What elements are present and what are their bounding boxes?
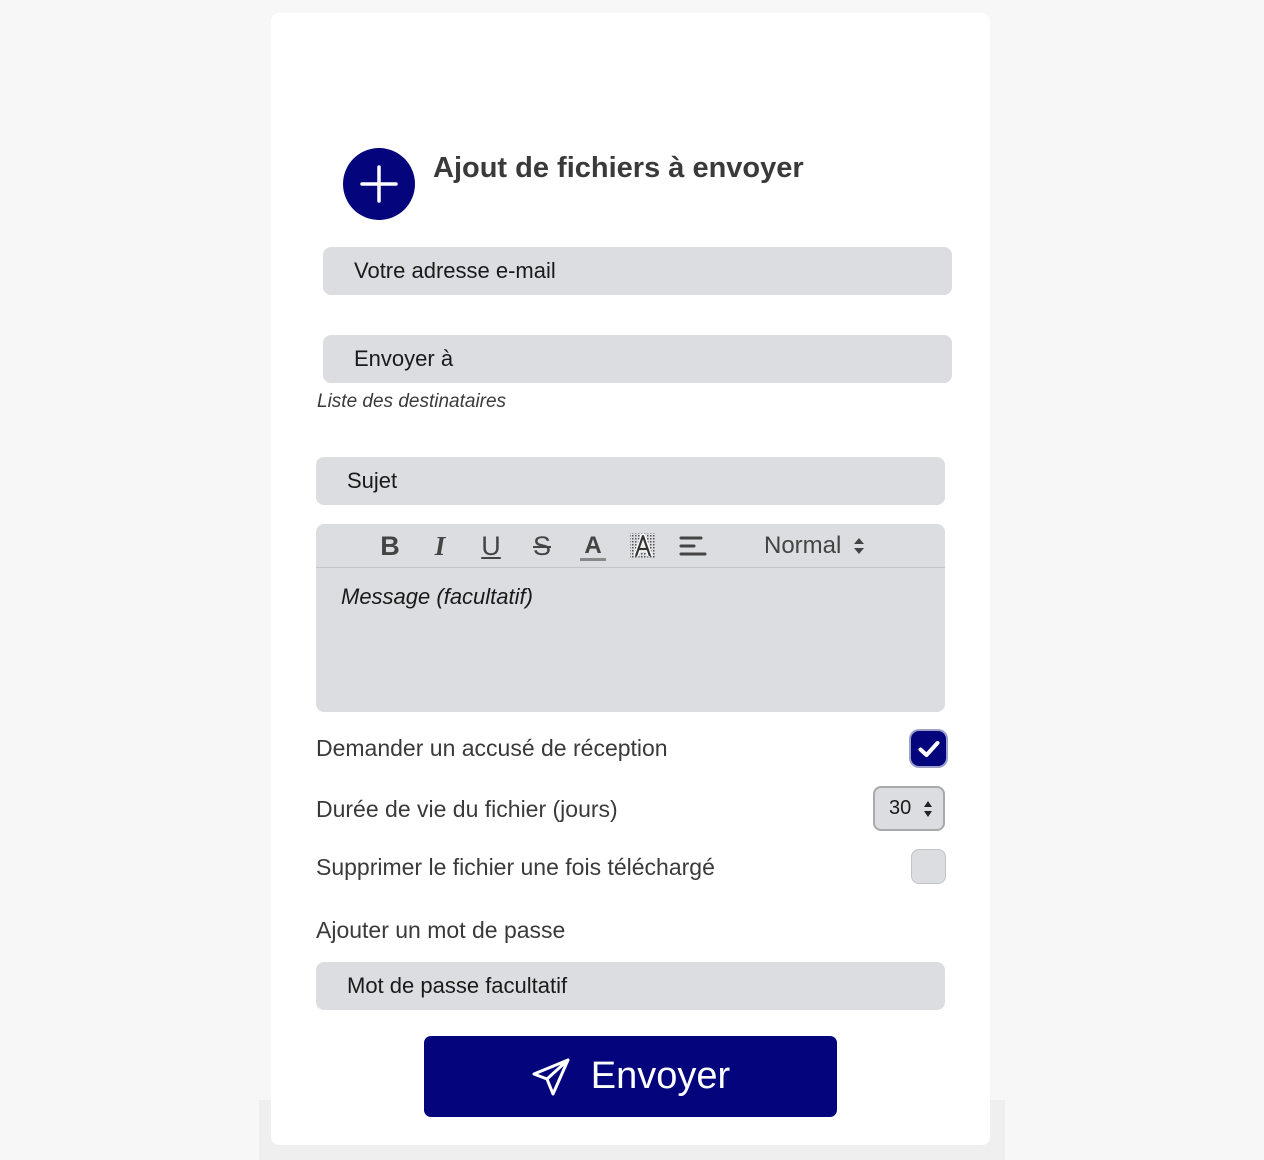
align-left-icon (679, 536, 707, 556)
strikethrough-button[interactable]: S (525, 530, 559, 562)
delete-checkbox[interactable] (911, 849, 946, 884)
underline-button[interactable]: U (474, 530, 508, 562)
editor-toolbar: B I U S A Normal (316, 524, 945, 568)
paper-plane-icon (532, 1058, 570, 1095)
checkmark-icon (918, 740, 939, 757)
password-input[interactable] (316, 962, 945, 1010)
message-editor: B I U S A Normal (316, 524, 945, 712)
align-button[interactable] (676, 530, 710, 562)
updown-arrows-icon (854, 538, 865, 554)
send-button[interactable]: Envoyer (424, 1036, 837, 1117)
text-color-bar (580, 557, 606, 561)
delete-label: Supprimer le fichier une fois téléchargé (316, 854, 715, 880)
password-label: Ajouter un mot de passe (316, 917, 566, 943)
subject-input[interactable] (316, 457, 945, 505)
plus-icon (360, 165, 398, 203)
message-textarea[interactable] (341, 584, 920, 702)
text-color-icon: A (584, 531, 602, 559)
receipt-label: Demander un accusé de réception (316, 735, 668, 761)
receipt-checkbox[interactable] (911, 731, 946, 766)
lifetime-label: Durée de vie du fichier (jours) (316, 796, 618, 822)
page-title: Ajout de fichiers à envoyer (433, 152, 804, 184)
send-label: Envoyer (590, 1055, 731, 1097)
lifetime-stepper[interactable]: 30 (873, 786, 945, 831)
stepper-arrows-icon (924, 800, 932, 817)
lifetime-value: 30 (889, 797, 912, 819)
email-input[interactable] (323, 247, 952, 295)
background-color-button[interactable] (626, 530, 660, 562)
background-color-icon (630, 533, 656, 559)
font-size-value: Normal (764, 532, 842, 559)
text-color-button[interactable]: A (576, 530, 610, 562)
font-size-select[interactable]: Normal (764, 532, 865, 560)
italic-button[interactable]: I (423, 530, 457, 562)
recipients-input[interactable] (323, 335, 952, 383)
recipients-hint: Liste des destinataires (317, 391, 507, 412)
add-files-button[interactable] (343, 148, 415, 220)
bold-button[interactable]: B (373, 530, 407, 562)
